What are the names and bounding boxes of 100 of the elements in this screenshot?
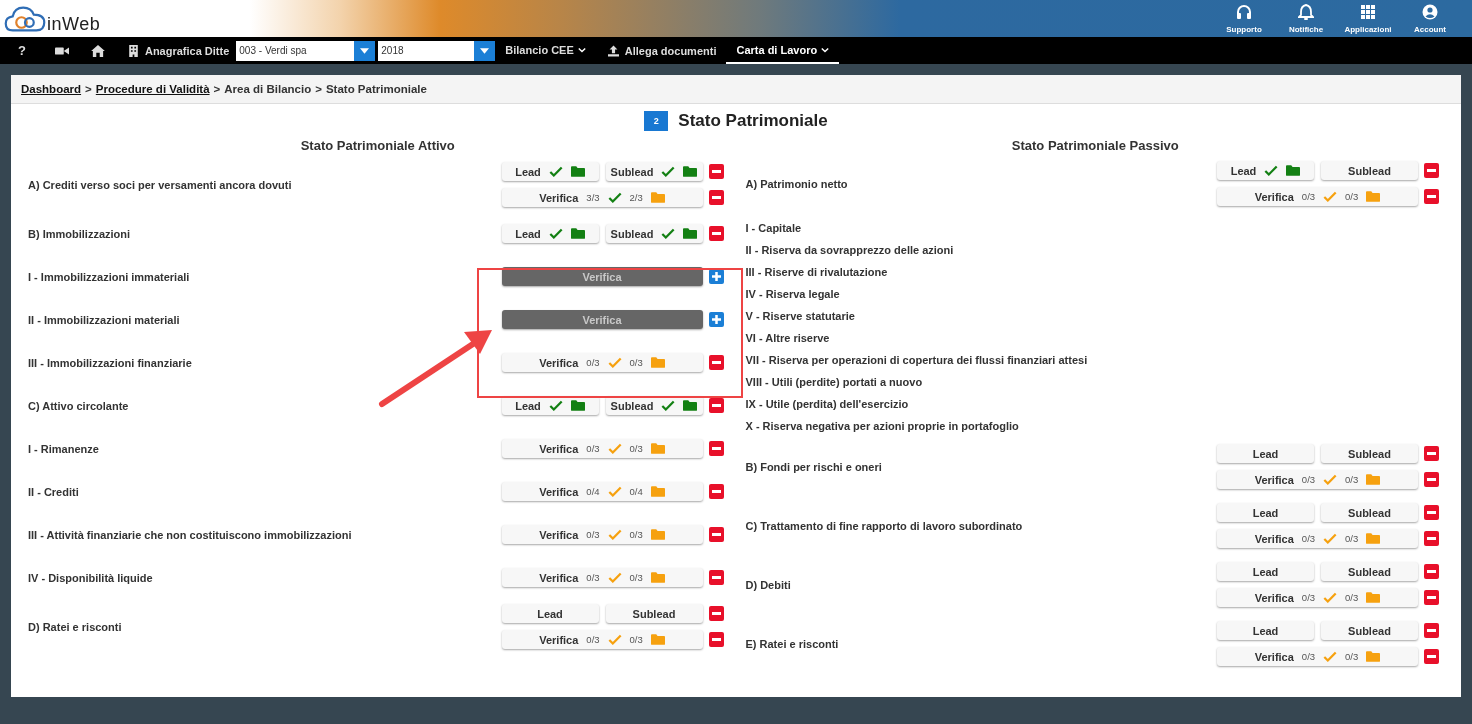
verify-button[interactable]: Verifica 3/3 2/3 [501, 188, 703, 207]
check-icon [661, 166, 676, 177]
header-action-button[interactable]: Notifiche [1278, 3, 1334, 34]
nav-menu-tab[interactable]: Bilancio CEE [495, 37, 596, 64]
sublead-button[interactable]: Sublead [1321, 161, 1418, 180]
collapse-button[interactable] [708, 226, 724, 241]
row-label: II - Crediti [28, 485, 79, 498]
collapse-button[interactable] [708, 355, 724, 370]
nav-menu-tab[interactable]: Carta di Lavoro [726, 37, 840, 64]
collapse-button[interactable] [1424, 189, 1439, 204]
collapse-button[interactable] [708, 398, 724, 413]
verify-button[interactable]: Verifica 0/3 0/3 [501, 439, 703, 458]
verify-button[interactable]: Verifica 0/4 0/4 [501, 482, 703, 501]
collapse-button[interactable] [1424, 623, 1439, 638]
nav-link[interactable]: Anagrafica Ditte [115, 37, 234, 64]
collapse-button[interactable] [708, 632, 724, 647]
chevron-icon [821, 46, 830, 53]
row-label: IX - Utile (perdita) dell'esercizio [745, 398, 909, 410]
page-number-badge: 2 [644, 111, 669, 131]
verify-button[interactable]: Verifica 0/3 0/3 [501, 568, 703, 587]
check-icon [1264, 165, 1279, 176]
header-action-button[interactable]: Supporto [1216, 3, 1272, 34]
help-button[interactable]: ? [16, 37, 44, 64]
verify-button[interactable]: Verifica 0/3 0/3 [1217, 187, 1418, 206]
column-title: Stato Patrimoniale Passivo [1010, 138, 1180, 153]
collapse-button[interactable] [1424, 564, 1439, 579]
sublead-button[interactable]: Sublead [605, 162, 703, 181]
row-label: V - Riserve statutarie [745, 310, 855, 322]
lead-button[interactable]: Lead [1217, 562, 1314, 581]
collapse-button[interactable] [1424, 649, 1439, 664]
row-label: B) Fondi per rischi e oneri [745, 460, 882, 473]
row-label: C) Trattamento di fine rapporto di lavoro subordinato [745, 519, 1023, 532]
folder-icon [570, 228, 585, 239]
sublead-button[interactable]: Sublead [605, 604, 703, 623]
collapse-button[interactable] [708, 484, 724, 499]
headphones-icon [1236, 3, 1252, 20]
select-field[interactable]: 003 - Verdi spa [236, 40, 376, 61]
row-label: I - Capitale [745, 222, 802, 234]
row-label: B) Immobilizzazioni [28, 227, 131, 240]
chevron-icon [577, 46, 586, 53]
lead-button[interactable]: Lead [1217, 161, 1314, 180]
lead-button[interactable]: Lead [1217, 503, 1314, 522]
folder-icon [683, 400, 698, 411]
lead-button[interactable]: Lead [501, 224, 599, 243]
verify-button[interactable]: Verifica 0/3 0/3 [501, 525, 703, 544]
lead-button[interactable]: Lead [501, 604, 599, 623]
breadcrumb-link[interactable]: Procedure di Validità [95, 83, 210, 95]
collapse-button[interactable] [1424, 531, 1439, 546]
verify-button[interactable]: Verifica 0/3 0/3 [501, 630, 703, 649]
building-icon [127, 44, 139, 57]
folder-icon [570, 166, 585, 177]
row-label: I - Rimanenze [28, 442, 99, 455]
header-action-button[interactable]: Account [1402, 3, 1458, 34]
breadcrumb-separator: > [85, 83, 92, 95]
folder-icon [570, 400, 585, 411]
verify-button[interactable]: Verifica 0/3 0/3 [501, 353, 703, 372]
row-label: VIII - Utili (perdite) portati a nuovo [745, 376, 923, 388]
check-icon [661, 228, 676, 239]
breadcrumb-separator: > [315, 83, 322, 95]
caret-icon [480, 47, 490, 54]
collapse-button[interactable] [1424, 590, 1439, 605]
row-label: II - Riserva da sovrapprezzo delle azioni [745, 244, 954, 256]
header-action-button[interactable]: Applicazioni [1340, 3, 1396, 34]
verify-button[interactable]: Verifica 0/3 0/3 [1217, 470, 1418, 489]
collapse-button[interactable] [708, 164, 724, 179]
collapse-button[interactable] [708, 441, 724, 456]
folder-icon [683, 166, 698, 177]
breadcrumb-link[interactable]: Dashboard [21, 83, 82, 95]
collapse-button[interactable] [1424, 163, 1439, 178]
verify-button[interactable]: Verifica 0/3 0/3 [1217, 647, 1418, 666]
collapse-button[interactable] [1424, 505, 1439, 520]
sublead-button[interactable]: Sublead [1321, 562, 1418, 581]
select-field[interactable]: 2018 [378, 40, 496, 61]
row-label: I - Immobilizzazioni immateriali [28, 270, 190, 283]
row-label: D) Debiti [745, 578, 791, 591]
sublead-button[interactable]: Sublead [1321, 503, 1418, 522]
row-label: C) Attivo circolante [28, 399, 129, 412]
nav-link[interactable]: Allega documenti [595, 37, 721, 64]
sublead-button[interactable]: Sublead [1321, 444, 1418, 463]
check-icon [548, 400, 563, 411]
lead-button[interactable]: Lead [1217, 444, 1314, 463]
sublead-button[interactable]: Sublead [1321, 621, 1418, 640]
check-icon [548, 166, 563, 177]
collapse-button[interactable] [708, 190, 724, 205]
collapse-button[interactable] [708, 606, 724, 621]
folder-icon [1286, 165, 1301, 176]
row-label: II - Immobilizzazioni materiali [28, 313, 180, 326]
collapse-button[interactable] [708, 527, 724, 542]
lead-button[interactable]: Lead [1217, 621, 1314, 640]
lead-button[interactable]: Lead [501, 162, 599, 181]
row-label: X - Riserva negativa per azioni proprie in portafoglio [745, 420, 1019, 432]
row-label: IV - Disponibilità liquide [28, 571, 153, 584]
collapse-button[interactable] [1424, 446, 1439, 461]
folder-icon [683, 228, 698, 239]
verify-button[interactable]: Verifica 0/3 0/3 [1217, 529, 1418, 548]
collapse-button[interactable] [708, 570, 724, 585]
collapse-button[interactable] [1424, 472, 1439, 487]
sublead-button[interactable]: Sublead [605, 224, 703, 243]
row-label: D) Ratei e risconti [28, 620, 122, 633]
verify-button[interactable]: Verifica 0/3 0/3 [1217, 588, 1418, 607]
